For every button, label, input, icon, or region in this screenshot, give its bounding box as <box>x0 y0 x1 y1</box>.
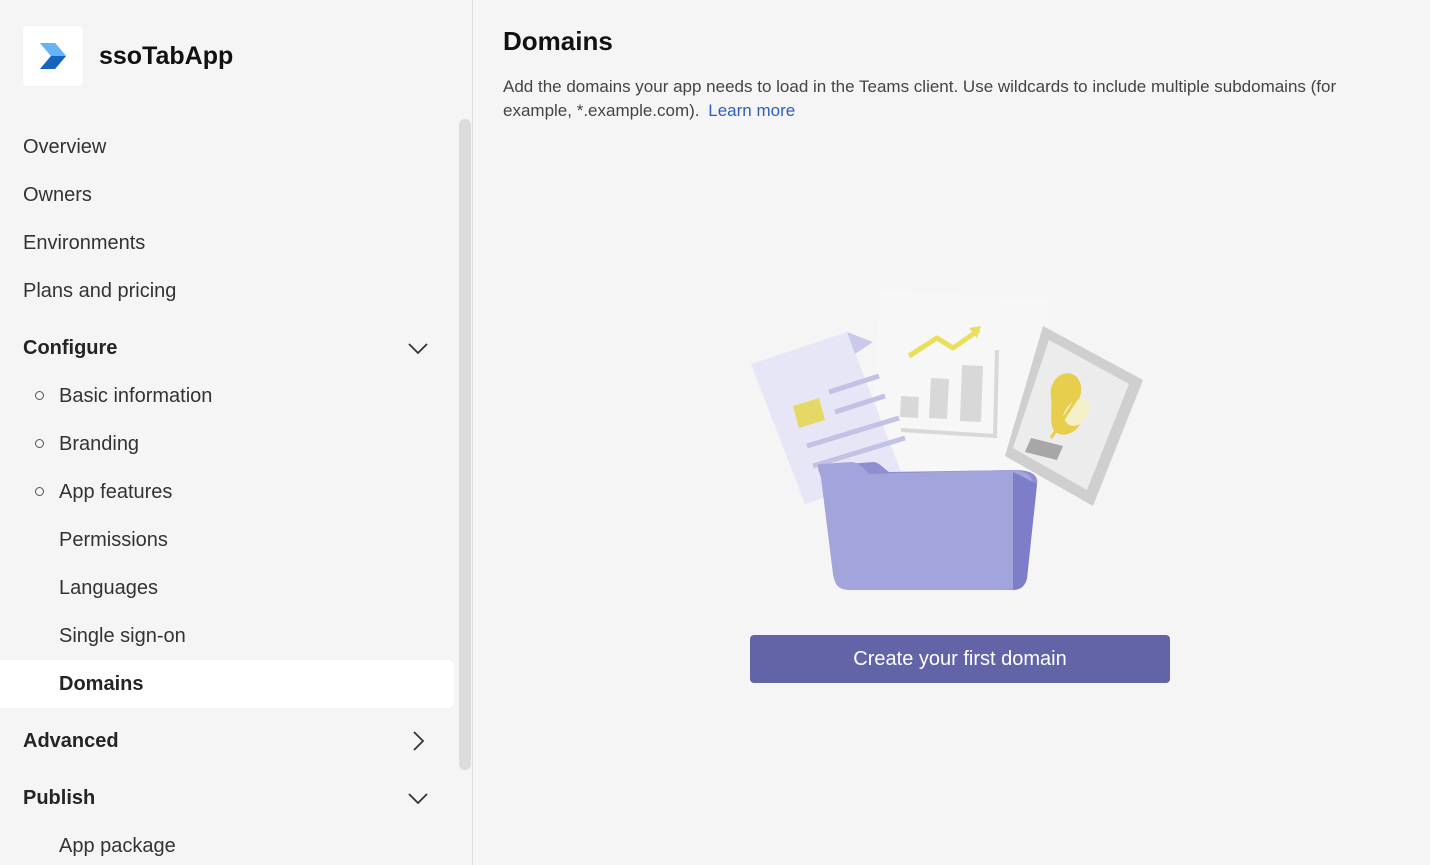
nav-section-advanced[interactable]: Advanced <box>0 717 454 765</box>
nav-section-publish[interactable]: Publish <box>0 774 454 822</box>
folder-illustration <box>817 462 1038 590</box>
nav-label: Plans and pricing <box>23 279 177 302</box>
nav-branding[interactable]: Branding <box>0 420 454 468</box>
bullet-circle-icon <box>35 391 44 400</box>
nav-label: Domains <box>59 672 144 695</box>
bullet-circle-icon <box>35 487 44 496</box>
nav-app-package[interactable]: App package <box>0 822 454 865</box>
app-name: ssoTabApp <box>99 41 234 70</box>
bullet-circle-icon <box>35 439 44 448</box>
nav-label: App package <box>59 834 176 857</box>
nav-label: Permissions <box>59 528 168 551</box>
nav-app-features[interactable]: App features <box>0 468 454 516</box>
app-logo <box>23 26 83 86</box>
nav-owners[interactable]: Owners <box>0 171 454 219</box>
nav-plans-and-pricing[interactable]: Plans and pricing <box>0 267 454 315</box>
chevron-down-icon <box>408 793 428 805</box>
app-header: ssoTabApp <box>23 26 233 86</box>
sidebar: ssoTabApp Overview Owners Environments P… <box>0 0 473 865</box>
teams-toolkit-logo-icon <box>40 43 66 69</box>
chevron-right-icon <box>413 731 425 751</box>
nav-label: Branding <box>59 432 140 455</box>
section-label: Publish <box>23 786 96 809</box>
nav-label: App features <box>59 480 173 503</box>
sidebar-scrollbar[interactable] <box>459 119 471 770</box>
nav-environments[interactable]: Environments <box>0 219 454 267</box>
nav-single-sign-on[interactable]: Single sign-on <box>0 612 454 660</box>
page-title: Domains <box>503 26 613 56</box>
learn-more-link[interactable]: Learn more <box>708 101 795 120</box>
nav-label: Languages <box>59 576 158 599</box>
chevron-down-icon <box>408 343 428 355</box>
page-description: Add the domains your app needs to load i… <box>503 75 1408 123</box>
description-text: Add the domains your app needs to load i… <box>503 77 1337 120</box>
nav-overview[interactable]: Overview <box>0 123 454 171</box>
nav-domains[interactable]: Domains <box>0 660 454 708</box>
nav-basic-information[interactable]: Basic information <box>0 372 454 420</box>
empty-state-illustration <box>751 290 1143 590</box>
nav-section-configure[interactable]: Configure <box>0 324 454 372</box>
section-label: Configure <box>23 336 118 359</box>
nav-label: Owners <box>23 183 92 206</box>
create-first-domain-button[interactable]: Create your first domain <box>750 635 1170 683</box>
nav-label: Single sign-on <box>59 624 186 647</box>
nav-label: Overview <box>23 135 107 158</box>
section-label: Advanced <box>23 729 119 752</box>
nav-label: Environments <box>23 231 146 254</box>
nav-permissions[interactable]: Permissions <box>0 516 454 564</box>
nav-label: Basic information <box>59 384 213 407</box>
nav-languages[interactable]: Languages <box>0 564 454 612</box>
main-content: Domains Add the domains your app needs t… <box>473 0 1430 865</box>
